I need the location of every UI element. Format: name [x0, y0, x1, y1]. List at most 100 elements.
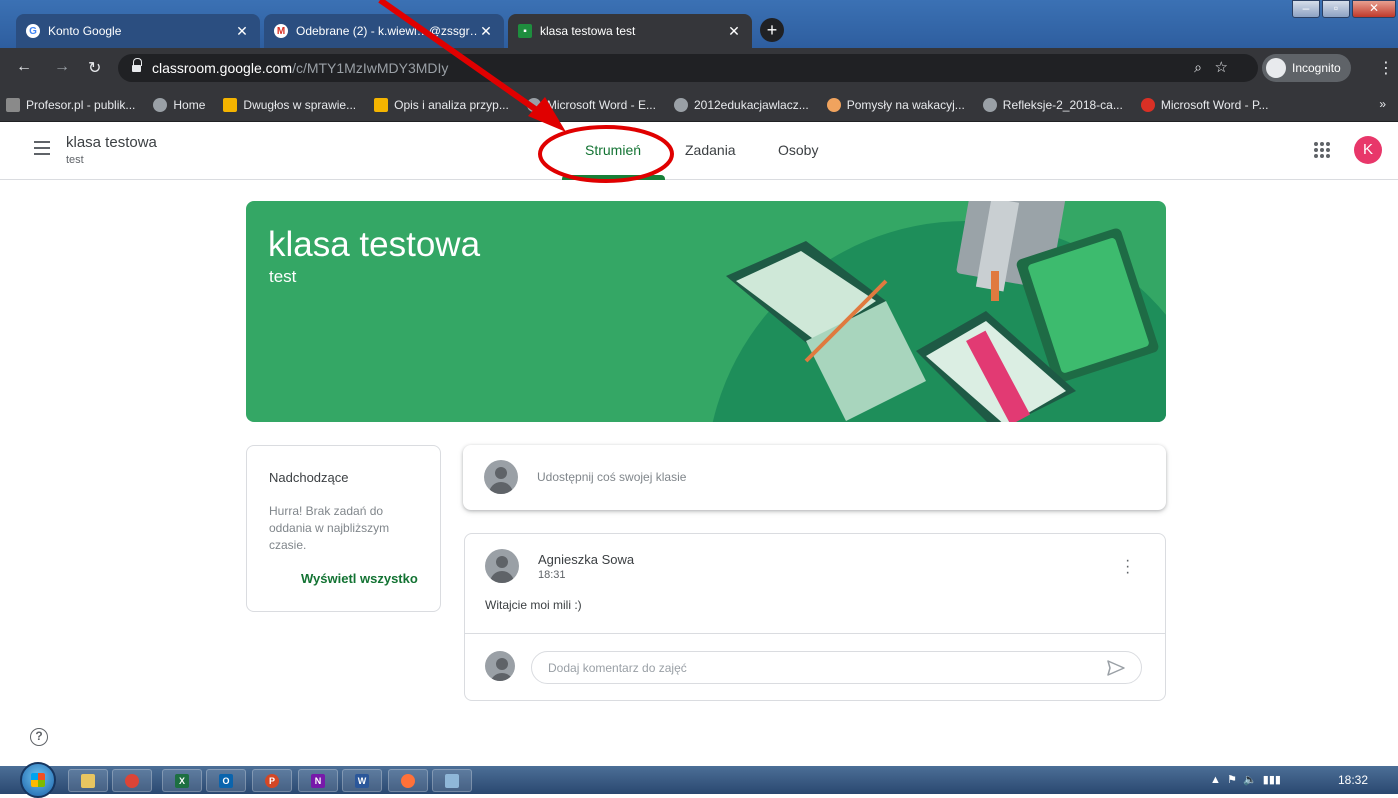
classroom-header: klasa testowa test Strumień Zadania Osob… — [0, 122, 1398, 180]
tab-stream[interactable]: Strumień — [585, 142, 641, 158]
window-controls: – ▫ ✕ — [1290, 0, 1396, 22]
windows-taskbar: X O P N W ▲ ⚑ 🔈 ▮▮▮ 18:32 — [0, 762, 1398, 798]
class-name[interactable]: klasa testowa — [66, 134, 157, 151]
bookmarks-overflow-icon[interactable]: » — [1379, 97, 1386, 111]
browser-tab-strip: G Konto Google ✕ M Odebrane (2) - k.wiew… — [0, 0, 1398, 48]
excel-icon: X — [175, 774, 189, 788]
new-tab-button[interactable]: + — [760, 18, 784, 42]
profesor-icon — [6, 97, 20, 112]
post-author: Agnieszka Sowa — [538, 552, 635, 567]
view-all-link[interactable]: Wyświetl wszystko — [301, 571, 418, 586]
powerpoint-icon: P — [265, 774, 279, 788]
url-text[interactable]: classroom.google.com/c/MTY1MzIwMDY3MDIy — [152, 60, 448, 76]
active-tab-indicator — [562, 175, 665, 180]
close-tab-icon[interactable]: ✕ — [478, 23, 494, 40]
page-icon — [223, 97, 238, 112]
chrome-menu-icon[interactable]: ⋮ — [1378, 58, 1394, 78]
browser-tab-gmail[interactable]: M Odebrane (2) - k.wiewi…@zssgr… ✕ — [264, 14, 504, 48]
paint-taskbar-button[interactable] — [432, 769, 472, 792]
upcoming-card: Nadchodzące Hurra! Brak zadań do oddania… — [246, 445, 441, 612]
chrome-taskbar-button[interactable] — [112, 769, 152, 792]
address-bar[interactable]: classroom.google.com/c/MTY1MzIwMDY3MDIy … — [118, 54, 1258, 82]
share-with-class-box[interactable]: Udostępnij coś swojej klasie — [463, 445, 1166, 510]
bookmarks-bar: Profesor.pl - publik... Home Dwugłos w s… — [0, 88, 1398, 122]
post-body: Witajcie moi mili :) — [485, 598, 582, 612]
post-time: 18:31 — [538, 569, 566, 581]
close-window-button[interactable]: ✕ — [1352, 0, 1396, 18]
help-icon[interactable]: ? — [30, 728, 48, 746]
bookmark-item[interactable]: Pomysły na wakacyj... — [826, 97, 965, 112]
firefox-icon — [401, 774, 415, 788]
back-icon[interactable]: ← — [16, 58, 32, 76]
maximize-button[interactable]: ▫ — [1322, 0, 1350, 18]
bookmark-star-icon[interactable]: ☆ — [1215, 58, 1228, 76]
banner-title[interactable]: klasa testowa — [268, 225, 480, 265]
close-tab-icon[interactable]: ✕ — [234, 23, 250, 40]
minimize-button[interactable]: – — [1292, 0, 1320, 18]
globe-icon — [526, 97, 541, 112]
word-page-icon — [1140, 97, 1155, 112]
globe-icon — [673, 97, 688, 112]
post-options-icon[interactable]: · · · — [1125, 553, 1130, 581]
page-icon — [374, 97, 389, 112]
close-tab-icon[interactable]: ✕ — [726, 23, 742, 40]
globe-icon — [982, 97, 997, 112]
sun-icon — [826, 97, 841, 112]
lock-icon — [132, 58, 142, 73]
tab-people[interactable]: Osoby — [778, 142, 818, 158]
google-apps-icon[interactable] — [1314, 142, 1330, 158]
word-icon: W — [355, 774, 369, 788]
bookmark-item[interactable]: Home — [153, 97, 205, 112]
account-avatar[interactable]: K — [1354, 136, 1382, 164]
reload-icon[interactable]: ↻ — [88, 58, 101, 78]
share-placeholder[interactable]: Udostępnij coś swojej klasie — [537, 470, 686, 484]
excel-taskbar-button[interactable]: X — [162, 769, 202, 792]
onenote-icon: N — [311, 774, 325, 788]
bookmark-item[interactable]: Microsoft Word - E... — [526, 97, 656, 112]
onenote-taskbar-button[interactable]: N — [298, 769, 338, 792]
paint-icon — [445, 774, 459, 788]
comment-field[interactable] — [531, 651, 1142, 684]
outlook-icon: O — [219, 774, 233, 788]
browser-toolbar: ← → ↻ classroom.google.com/c/MTY1MzIwMDY… — [0, 48, 1398, 88]
powerpoint-taskbar-button[interactable]: P — [252, 769, 292, 792]
explorer-taskbar-button[interactable] — [68, 769, 108, 792]
incognito-badge[interactable]: Incognito — [1262, 54, 1351, 82]
main-menu-icon[interactable] — [34, 141, 50, 155]
outlook-taskbar-button[interactable]: O — [206, 769, 246, 792]
zoom-search-icon[interactable]: ⌕ — [1194, 59, 1202, 76]
user-avatar-icon — [484, 460, 518, 494]
upcoming-empty-text: Hurra! Brak zadań do oddania w najbliższ… — [269, 504, 390, 552]
google-g-icon: G — [26, 24, 40, 38]
start-button[interactable] — [20, 762, 56, 798]
bookmark-item[interactable]: Microsoft Word - P... — [1140, 97, 1268, 112]
browser-tab-konto-google[interactable]: G Konto Google ✕ — [16, 14, 260, 48]
bookmark-item[interactable]: 2012edukacjawlacz... — [673, 97, 809, 112]
incognito-label: Incognito — [1292, 61, 1341, 75]
folder-icon — [81, 774, 95, 788]
forward-icon[interactable]: → — [54, 58, 70, 76]
comment-input[interactable] — [548, 661, 1068, 675]
bookmark-item[interactable]: Profesor.pl - publik... — [6, 97, 135, 112]
tab-title: Konto Google — [48, 24, 122, 38]
system-tray[interactable]: ▲ ⚑ 🔈 ▮▮▮ — [1210, 773, 1281, 786]
browser-tab-classroom[interactable]: ▪ klasa testowa test ✕ — [508, 14, 752, 48]
send-icon[interactable] — [1107, 660, 1125, 676]
tab-title: klasa testowa test — [540, 24, 636, 38]
bookmark-item[interactable]: Dwugłos w sprawie... — [223, 97, 356, 112]
stream-post: Agnieszka Sowa 18:31 · · · Witajcie moi mi… — [464, 533, 1166, 701]
bookmark-item[interactable]: Refleksje-2_2018-ca... — [982, 97, 1123, 112]
tab-title: Odebrane (2) - k.wiewi…@zssgr… — [296, 24, 478, 38]
globe-icon — [153, 97, 168, 112]
upcoming-title: Nadchodzące — [269, 470, 349, 485]
tab-classwork[interactable]: Zadania — [685, 142, 736, 158]
taskbar-clock[interactable]: 18:32 — [1338, 773, 1368, 787]
word-taskbar-button[interactable]: W — [342, 769, 382, 792]
commenter-avatar-icon — [485, 651, 515, 681]
class-banner: klasa testowa test — [246, 201, 1166, 422]
incognito-icon — [1266, 58, 1286, 78]
firefox-taskbar-button[interactable] — [388, 769, 428, 792]
banner-subtitle: test — [269, 267, 297, 286]
bookmark-item[interactable]: Opis i analiza przyp... — [374, 97, 509, 112]
author-avatar-icon — [485, 549, 519, 583]
